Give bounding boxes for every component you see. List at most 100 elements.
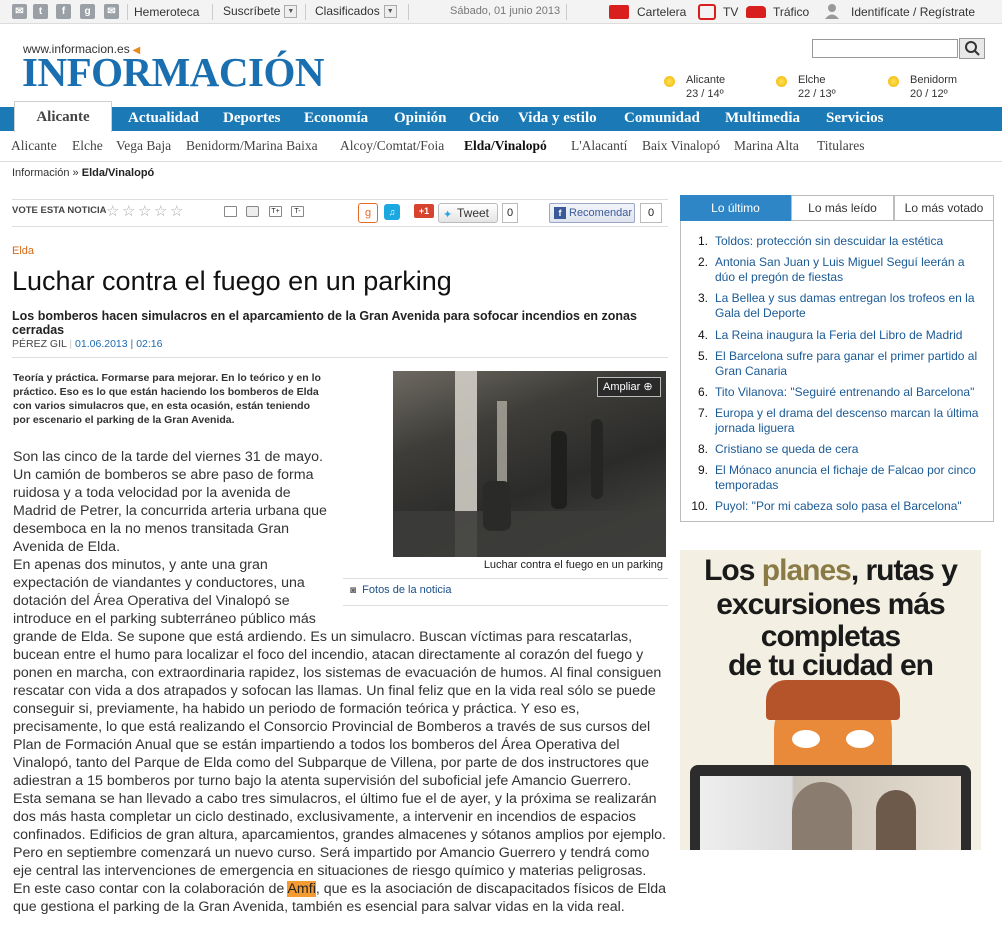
article-photo[interactable] [393,371,666,557]
zoom-button[interactable]: Ampliar ⊕ [597,377,661,397]
nav-item-ocio[interactable]: Ocio [469,110,499,127]
search-icon [965,41,980,56]
tab-lo-mas-votado[interactable]: Lo más votado [894,195,994,221]
text-larger-icon[interactable]: T+ [269,206,282,217]
star-icon[interactable]: ☆ [138,202,151,220]
recommend-count: 0 [640,203,662,223]
magnify-icon: ⊕ [643,381,653,393]
subnav-titulares[interactable]: Titulares [817,138,865,154]
subnav-elda[interactable]: Elda/Vinalopó [464,138,547,154]
list-item[interactable]: Cristiano se queda de cera [715,442,985,457]
list-item[interactable]: Toldos: protección sin descuidar la esté… [715,234,985,249]
camera-icon: ◙ [350,585,357,596]
subnav-alicante[interactable]: Alicante [11,138,57,154]
list-item[interactable]: Puyol: "Por mi cabeza solo pasa el Barce… [715,499,985,514]
suscribete-dropdown[interactable]: Suscríbete ▼ [223,4,298,19]
film-icon [609,5,629,19]
tweet-button[interactable]: ✦ Tweet [438,203,498,223]
facebook-icon[interactable]: f [56,4,71,19]
list-item[interactable]: La Reina inaugura la Feria del Libro de … [715,328,985,343]
subnav-elche[interactable]: Elche [72,138,103,154]
list-item[interactable]: Antonia San Juan y Luis Miguel Seguí lee… [715,255,985,284]
tweet-count: 0 [502,203,518,223]
star-icon[interactable]: ☆ [106,202,119,220]
article-lead: Teoría y práctica. Formarse para mejorar… [13,372,321,426]
clasificados-dropdown[interactable]: Clasificados ▼ [315,4,397,19]
article-body-top: Son las cinco de la tarde del viernes 31… [13,449,327,627]
print-icon[interactable] [246,206,259,217]
nav-item-economia[interactable]: Economía [304,110,368,127]
facebook-icon: f [554,207,566,219]
list-item[interactable]: La Bellea y sus damas entregan los trofe… [715,291,985,320]
nav-item-servicios[interactable]: Servicios [826,110,884,127]
nav-item-actualidad[interactable]: Actualidad [128,110,199,127]
weather-benidorm[interactable]: Benidorm 20 / 12º [888,73,957,101]
login-link[interactable]: Identifícate / Regístrate [851,5,975,19]
weather-elche[interactable]: Elche 22 / 13º [776,73,836,101]
twitter-icon[interactable]: t [33,4,48,19]
nav-item-comunidad[interactable]: Comunidad [624,110,700,127]
subnav-vega-baja[interactable]: Vega Baja [116,138,171,154]
subnav-alacanti[interactable]: L'Alacantí [571,138,627,154]
publish-date: 01.06.2013 [75,338,128,350]
article-body-main: grande de Elda. Se supone que está ardie… [13,629,667,915]
subnav-baix-vinalopo[interactable]: Baix Vinalopó [642,138,720,154]
highlight-amfi[interactable]: Amfi [287,881,316,897]
nav-item-multimedia[interactable]: Multimedia [725,110,800,127]
photos-link[interactable]: ◙ Fotos de la noticia [350,584,451,596]
search-button[interactable] [959,38,985,59]
email-icon[interactable] [224,206,237,217]
sun-icon [776,76,787,87]
advertisement-banner[interactable]: Los planes, rutas y excursiones más comp… [680,550,981,850]
breadcrumb-home[interactable]: Información [12,167,69,179]
list-item[interactable]: Tito Vilanova: "Seguiré entrenando al Ba… [715,385,985,400]
gplus-button[interactable]: +1 [414,204,434,218]
text-smaller-icon[interactable]: T- [291,206,304,217]
cartelera-link[interactable]: Cartelera [637,5,686,19]
article-subtitle: Los bomberos hacen simulacros en el apar… [12,309,637,337]
newsletter-icon[interactable]: ✉ [104,4,119,19]
byline: PÉREZ GIL | 01.06.2013 | 02:16 [12,338,163,350]
share-icon[interactable]: g [358,203,378,223]
nav-item-vida[interactable]: Vida y estilo [518,110,597,127]
tab-lo-mas-leido[interactable]: Lo más leído [791,195,894,221]
tv-link[interactable]: TV [723,5,738,19]
ad-line-1: Los planes, rutas y [704,554,958,587]
vote-label: VOTE ESTA NOTICIA [12,205,107,216]
list-item[interactable]: El Barcelona sufre para ganar el primer … [715,349,985,378]
nav-item-opinion[interactable]: Opinión [394,110,447,127]
date-label: Sábado, 01 junio 2013 [450,5,561,17]
ad-line-3: completas [760,620,901,653]
hemeroteca-link[interactable]: Hemeroteca [134,5,199,19]
nav-tab-alicante[interactable]: Alicante [14,101,112,132]
mail-icon[interactable]: ✉ [12,4,27,19]
list-item[interactable]: Europa y el drama del descenso marcan la… [715,406,985,435]
meneame-icon[interactable]: ♫ [384,204,400,220]
ad-line-2: excursiones más [716,588,945,621]
chevron-down-icon: ▼ [383,5,397,19]
top-bar: ✉ t f g ✉ Hemeroteca Suscríbete ▼ Clasifi… [0,0,1002,24]
article-title: Luchar contra el fuego en un parking [12,266,452,296]
list-item[interactable]: El Mónaco anuncia el fichaje de Falcao p… [715,463,985,492]
search-input[interactable] [812,39,958,58]
car-icon [746,6,766,18]
author: PÉREZ GIL [12,338,67,350]
photo-caption: Luchar contra el fuego en un parking [483,559,663,571]
star-icon[interactable]: ☆ [122,202,135,220]
sun-icon [664,76,675,87]
section-label[interactable]: Elda [12,245,34,257]
star-icon[interactable]: ☆ [154,202,167,220]
breadcrumb-current[interactable]: Elda/Vinalopó [82,167,155,179]
social-icon[interactable]: g [80,4,95,19]
subnav-benidorm[interactable]: Benidorm/Marina Baixa [186,138,318,154]
tab-lo-ultimo[interactable]: Lo último [680,195,791,221]
site-logo[interactable]: INFORMACIÓN [22,52,324,93]
trafico-link[interactable]: Tráfico [773,5,809,19]
nav-item-deportes[interactable]: Deportes [223,110,280,127]
subnav-marina-alta[interactable]: Marina Alta [734,138,799,154]
sun-icon [888,76,899,87]
subnav-alcoy[interactable]: Alcoy/Comtat/Foia [340,138,444,154]
star-icon[interactable]: ☆ [170,202,183,220]
recommend-button[interactable]: f Recomendar [549,203,635,223]
weather-alicante[interactable]: Alicante 23 / 14º [664,73,725,101]
